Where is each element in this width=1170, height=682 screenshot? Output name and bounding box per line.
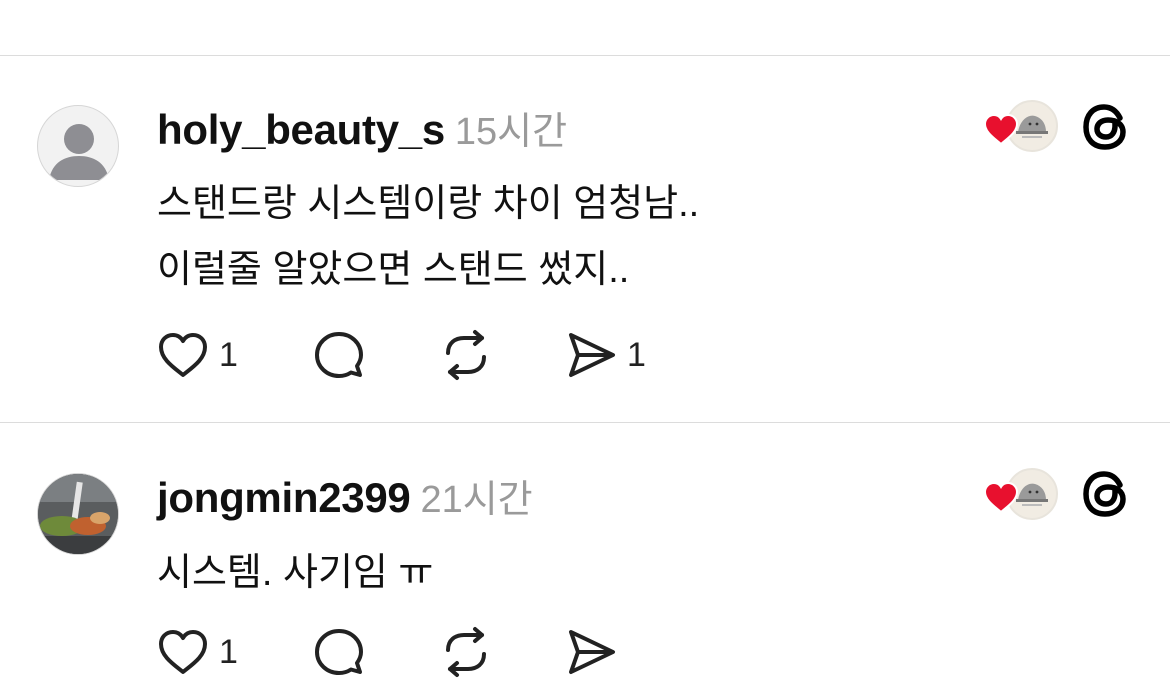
username[interactable]: jongmin2399 (157, 474, 411, 521)
threads-logo-icon[interactable] (1080, 468, 1132, 520)
share-button[interactable] (565, 622, 627, 682)
heart-icon (159, 630, 207, 674)
comment-icon (315, 629, 363, 675)
like-count: 1 (219, 632, 238, 671)
comment-button[interactable] (313, 622, 365, 682)
repost-button[interactable] (440, 622, 492, 682)
share-icon (569, 630, 615, 674)
post-text-line: 시스템. 사기임 ㅠ (157, 552, 434, 594)
user-photo-icon (38, 474, 118, 554)
like-button[interactable]: 1 (157, 622, 238, 682)
repost-icon (446, 627, 486, 677)
avatar[interactable] (37, 473, 119, 555)
post-actions: 1 (157, 622, 677, 682)
heart-icon (984, 482, 1018, 514)
liked-by-avatar[interactable] (984, 468, 1060, 524)
timestamp: 21시간 (420, 479, 533, 521)
post-header: jongmin2399 21시간 (157, 468, 533, 523)
post-card: jongmin2399 21시간 시스템. 사기임 ㅠ 1 (0, 0, 1170, 682)
